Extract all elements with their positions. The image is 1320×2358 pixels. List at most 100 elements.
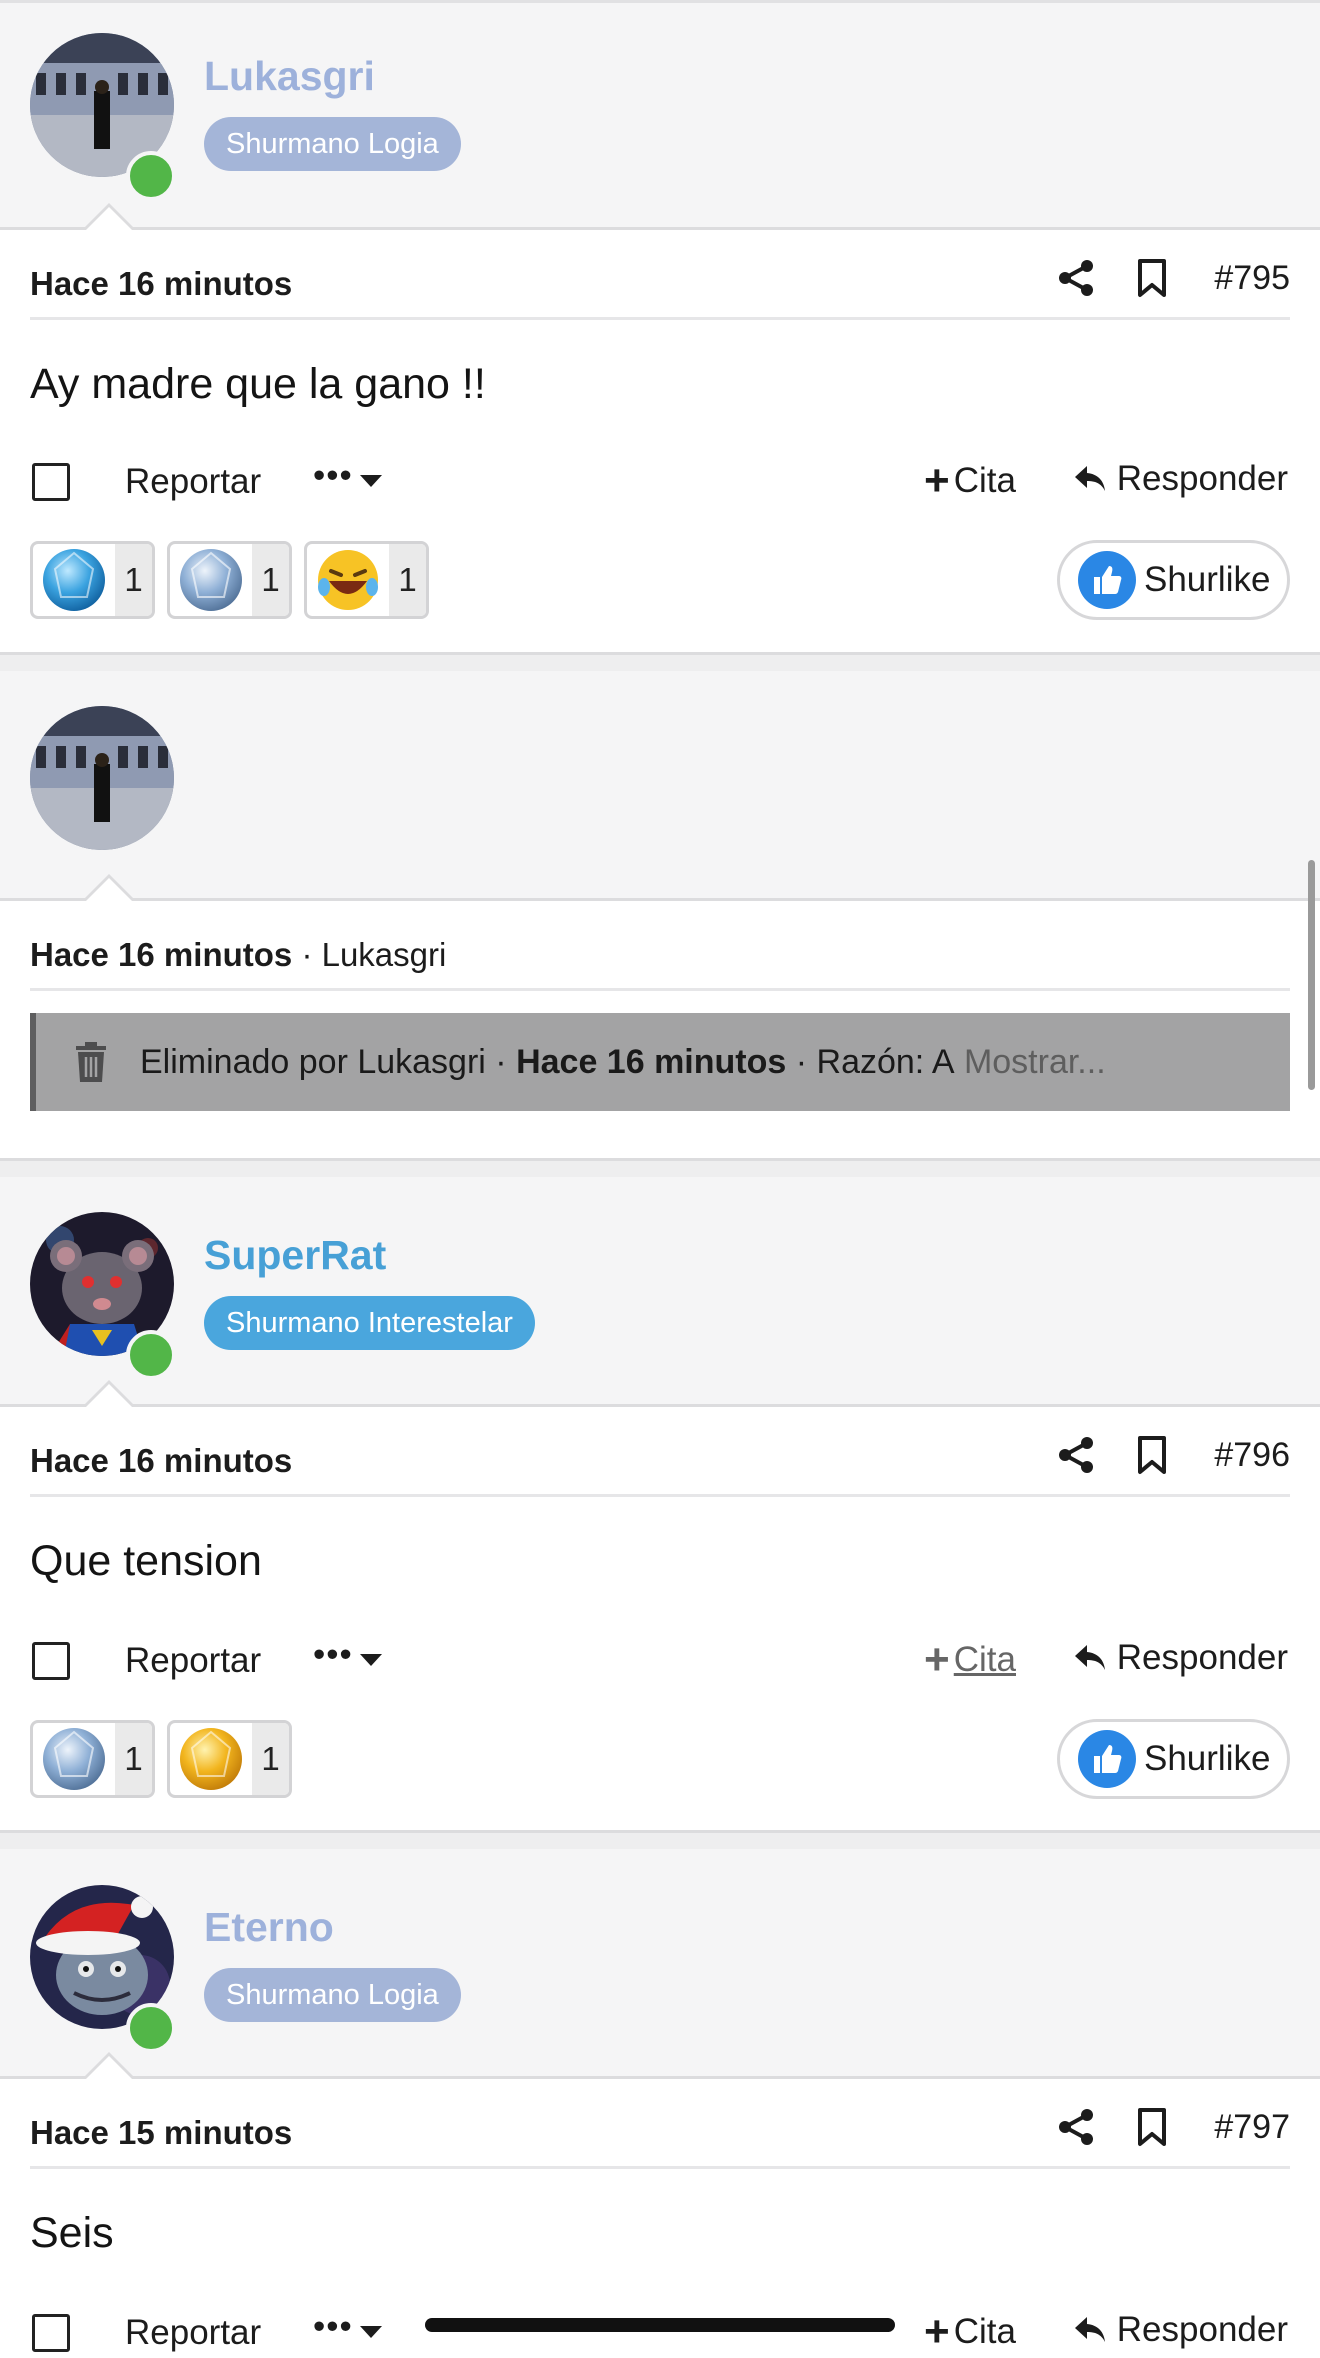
thumbs-up-icon	[1094, 566, 1122, 594]
reaction-count: 1	[252, 1723, 289, 1795]
reply-label: Responder	[1116, 1638, 1288, 1677]
deleted-meta-line: Hace 16 minutos · Lukasgri	[30, 936, 446, 974]
online-indicator	[126, 151, 176, 201]
post-message: Que tension	[30, 1537, 262, 1585]
user-title-badge: Shurmano Logia	[204, 117, 461, 171]
shurlike-button[interactable]: Shurlike	[1057, 540, 1290, 620]
post-meta: Hace 16 minutos #796	[30, 1407, 1290, 1497]
share-icon[interactable]	[1056, 1435, 1096, 1475]
reaction-item[interactable]: 1	[167, 541, 292, 619]
online-indicator	[126, 2003, 176, 2053]
user-title-badge: Shurmano Logia	[204, 1968, 461, 2022]
report-link[interactable]: Reportar	[125, 1641, 261, 1681]
post-message: Seis	[30, 2209, 114, 2257]
trash-icon	[76, 1042, 106, 1082]
post-date[interactable]: Hace 16 minutos	[30, 265, 292, 303]
username[interactable]: Lukasgri	[204, 53, 375, 100]
blue-gem-icon	[43, 549, 105, 611]
reaction-count: 1	[252, 544, 289, 616]
bookmark-icon[interactable]	[1136, 258, 1168, 298]
reply-arrow-icon	[1074, 466, 1105, 491]
post-body: Hace 16 minutos · Lukasgri Eliminado por…	[0, 901, 1320, 1151]
header-notch	[82, 203, 136, 231]
reaction-item[interactable]: 1	[30, 1720, 155, 1798]
thumbs-up-icon	[1094, 1745, 1122, 1773]
deleted-when: Hace 16 minutos	[516, 1042, 787, 1081]
reply-label: Responder	[1116, 459, 1288, 498]
shurlike-button[interactable]: Shurlike	[1057, 1719, 1290, 1799]
shurlike-label: Shurlike	[1144, 560, 1271, 599]
reply-label: Responder	[1116, 2310, 1288, 2349]
caret-down-icon[interactable]	[360, 2326, 382, 2338]
reaction-count: 1	[115, 1723, 152, 1795]
post-actions-795: Reportar ••• + Cita Responder	[30, 450, 1290, 510]
bookmark-icon[interactable]	[1136, 1435, 1168, 1475]
share-icon[interactable]	[1056, 2107, 1096, 2147]
header-notch	[82, 1380, 136, 1408]
report-link[interactable]: Reportar	[125, 2313, 261, 2353]
header-notch	[82, 874, 136, 902]
post-author[interactable]: · Lukasgri	[301, 936, 446, 973]
header-notch	[82, 2052, 136, 2080]
deleted-reason: · Razón: A	[795, 1042, 955, 1081]
user-header: Eterno Shurmano Logia	[0, 1849, 1320, 2080]
username[interactable]: SuperRat	[204, 1232, 386, 1279]
more-menu[interactable]: •••	[313, 1635, 353, 1675]
post-number[interactable]: #795	[1214, 259, 1290, 298]
plus-icon: +	[924, 2307, 950, 2356]
reaction-count: 1	[389, 544, 426, 616]
post-actions-796: Reportar ••• + Cita Responder	[30, 1629, 1290, 1689]
post-meta: Hace 15 minutos #797	[30, 2079, 1290, 2169]
post-message: Ay madre que la gano !!	[30, 360, 486, 408]
reply-button[interactable]: Responder	[1073, 2310, 1288, 2350]
reaction-item[interactable]: 1	[167, 1720, 292, 1798]
reaction-count: 1	[115, 544, 152, 616]
caret-down-icon[interactable]	[360, 1654, 382, 1666]
show-more-link[interactable]: Mostrar...	[964, 1043, 1106, 1082]
post-number[interactable]: #797	[1214, 2108, 1290, 2147]
plus-icon: +	[924, 1635, 950, 1684]
share-icon[interactable]	[1056, 258, 1096, 298]
post-date[interactable]: Hace 15 minutos	[30, 2114, 292, 2152]
reaction-list: 1 1	[30, 1720, 304, 1798]
deleted-notice: Eliminado por Lukasgri · Hace 16 minutos…	[30, 1013, 1290, 1111]
user-header: Lukasgri Shurmano Logia	[0, 0, 1320, 231]
report-link[interactable]: Reportar	[125, 462, 261, 502]
quote-button[interactable]: + Cita	[924, 459, 1016, 503]
user-title-badge: Shurmano Interestelar	[204, 1296, 535, 1350]
post-797: Eterno Shurmano Logia Hace 15 minutos #7…	[0, 1849, 1320, 2358]
post-date[interactable]: Hace 16 minutos	[30, 936, 292, 973]
post-date[interactable]: Hace 16 minutos	[30, 1442, 292, 1480]
quote-button[interactable]: + Cita	[924, 2310, 1016, 2354]
reaction-item[interactable]: 1	[30, 541, 155, 619]
silver-gem-icon	[43, 1728, 105, 1790]
caret-down-icon[interactable]	[360, 475, 382, 487]
silver-gem-icon	[180, 549, 242, 611]
quote-button[interactable]: + Cita	[924, 1638, 1016, 1682]
avatar[interactable]	[30, 706, 174, 850]
scrollbar[interactable]	[1308, 860, 1315, 1090]
reaction-list: 1 1 1	[30, 541, 441, 619]
reply-button[interactable]: Responder	[1073, 459, 1288, 499]
home-indicator[interactable]	[425, 2318, 895, 2332]
reply-button[interactable]: Responder	[1073, 1638, 1288, 1678]
post-meta: Hace 16 minutos · Lukasgri	[30, 901, 1290, 991]
user-header: SuperRat Shurmano Interestelar	[0, 1177, 1320, 1408]
post-meta: Hace 16 minutos #795	[30, 230, 1290, 320]
reaction-item[interactable]: 1	[304, 541, 429, 619]
select-checkbox[interactable]	[32, 1642, 70, 1680]
deleted-by: Eliminado por Lukasgri ·	[140, 1042, 507, 1081]
select-checkbox[interactable]	[32, 463, 70, 501]
more-menu[interactable]: •••	[313, 456, 353, 496]
online-indicator	[126, 1330, 176, 1380]
select-checkbox[interactable]	[32, 2314, 70, 2352]
reply-arrow-icon	[1074, 1645, 1105, 1670]
post-number[interactable]: #796	[1214, 1436, 1290, 1475]
username[interactable]: Eterno	[204, 1904, 334, 1951]
more-menu[interactable]: •••	[313, 2307, 353, 2347]
reply-arrow-icon	[1074, 2317, 1105, 2342]
user-header	[0, 671, 1320, 902]
laughing-emoji-icon	[318, 550, 378, 610]
shurlike-label: Shurlike	[1144, 1739, 1271, 1778]
bookmark-icon[interactable]	[1136, 2107, 1168, 2147]
